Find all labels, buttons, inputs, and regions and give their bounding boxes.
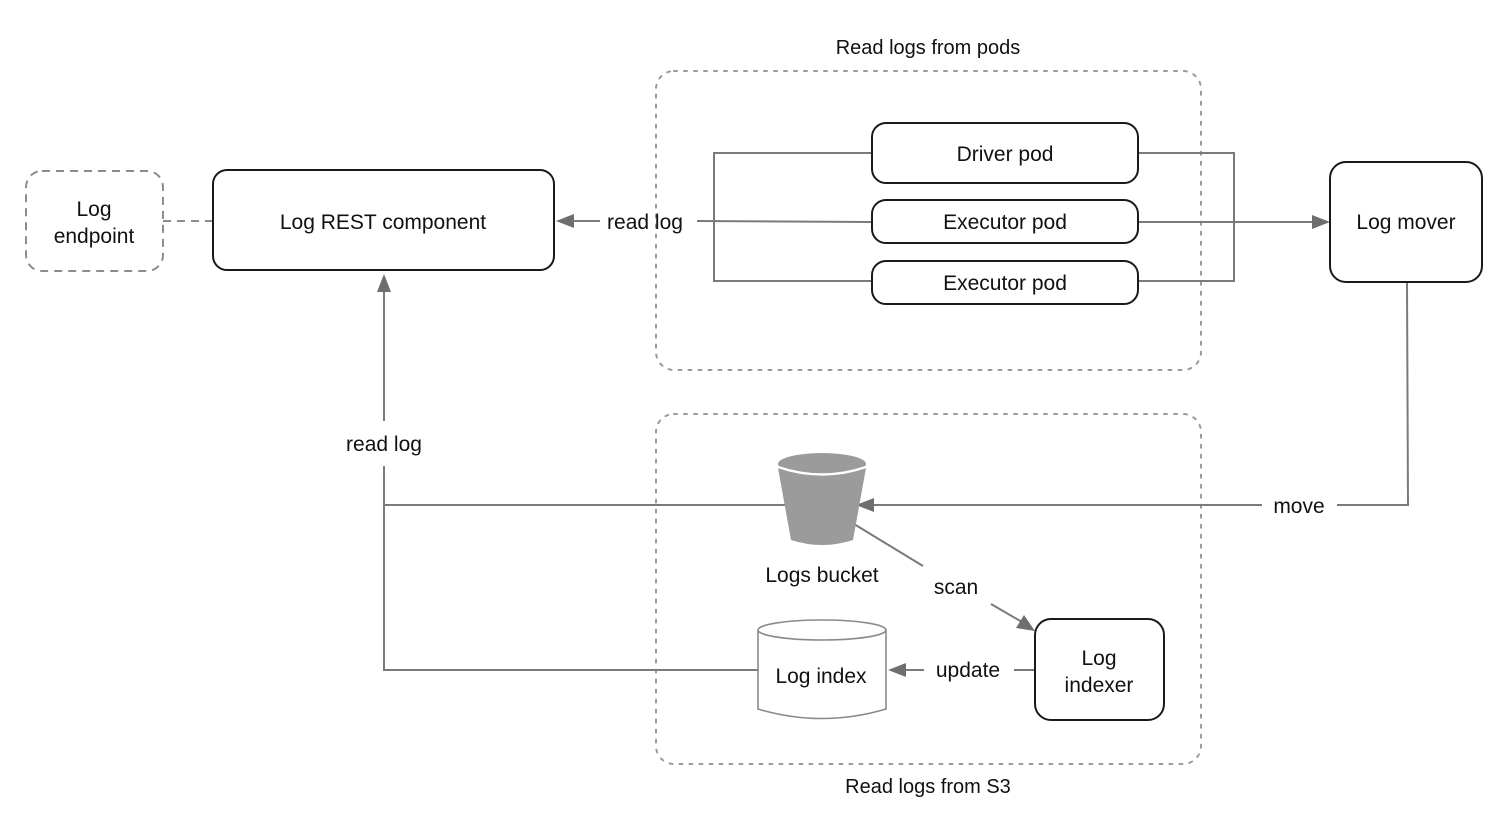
bucket-icon[interactable] <box>777 453 867 545</box>
group-title-s3: Read logs from S3 <box>845 776 1011 798</box>
edge-s3-to-rest: read log <box>346 274 785 671</box>
edge-label-read-log-pods: read log <box>607 211 683 234</box>
move-wire-right <box>1337 281 1410 506</box>
node-log-index[interactable]: Log index <box>757 619 887 720</box>
node-executor-pod-2[interactable]: Executor pod <box>871 260 1139 305</box>
log-index-label: Log index <box>775 665 867 688</box>
scan-wire-top <box>853 523 924 567</box>
node-log-endpoint[interactable]: Log endpoint <box>25 170 164 272</box>
architecture-diagram: Read logs from pods Read logs from S3 re… <box>25 37 1483 798</box>
arrowhead-up-icon <box>377 274 391 292</box>
edge-pods-to-mover <box>1138 152 1330 282</box>
executor-pod-2-label: Executor pod <box>943 272 1067 295</box>
log-mover-label: Log mover <box>1356 211 1455 234</box>
pods-left-bracket <box>713 152 872 282</box>
executor-left-wire <box>696 220 873 223</box>
edge-label-update: update <box>936 659 1000 682</box>
scan-wire-bottom <box>990 603 1023 623</box>
index-to-rest-wire <box>383 466 758 671</box>
log-indexer-label-line1: Log <box>1081 647 1116 670</box>
pods-right-bracket <box>1138 152 1235 282</box>
log-endpoint-label-line2: endpoint <box>54 225 135 248</box>
edge-indexer-to-index: update <box>888 659 1035 682</box>
cylinder-top <box>757 619 887 641</box>
arrowhead-index-icon <box>888 663 906 677</box>
bucket-body <box>778 468 866 545</box>
edge-label-move: move <box>1273 495 1324 518</box>
node-executor-pod-1[interactable]: Executor pod <box>871 199 1139 244</box>
group-title-pods: Read logs from pods <box>836 37 1021 59</box>
node-driver-pod[interactable]: Driver pod <box>871 122 1139 184</box>
edge-pods-to-rest: read log <box>556 152 873 282</box>
arrowhead-indexer-icon <box>1016 615 1035 631</box>
node-log-mover[interactable]: Log mover <box>1329 161 1483 283</box>
edge-mover-to-bucket: move <box>856 281 1410 518</box>
log-endpoint-label-line1: Log <box>76 198 111 221</box>
executor-pod-1-label: Executor pod <box>943 211 1067 234</box>
edge-label-scan: scan <box>934 576 978 599</box>
edge-bucket-to-indexer: scan <box>853 523 1035 631</box>
node-log-rest-component[interactable]: Log REST component <box>212 169 555 271</box>
log-endpoint-box[interactable] <box>25 170 164 272</box>
logs-bucket-label: Logs bucket <box>765 564 878 587</box>
node-log-indexer[interactable]: Log indexer <box>1034 618 1165 721</box>
group-read-logs-from-s3: Read logs from S3 <box>655 413 1202 798</box>
log-rest-label: Log REST component <box>280 211 486 234</box>
log-indexer-label-line2: indexer <box>1065 674 1134 697</box>
edge-label-read-log-s3: read log <box>346 433 422 456</box>
node-logs-bucket[interactable]: Logs bucket <box>765 453 879 587</box>
arrowhead-right-icon <box>1312 215 1330 229</box>
driver-pod-label: Driver pod <box>957 143 1054 166</box>
arrowhead-left-icon <box>556 214 574 228</box>
